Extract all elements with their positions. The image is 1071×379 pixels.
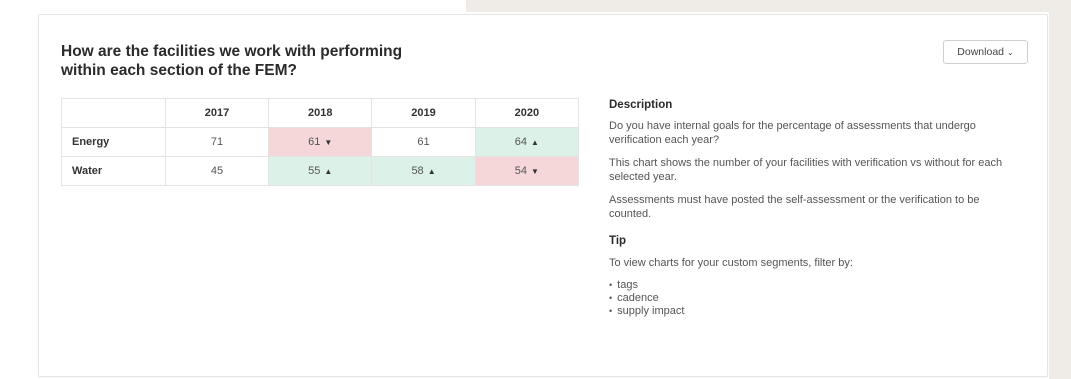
description-paragraph: Do you have internal goals for the perce… — [609, 120, 976, 146]
cell-value: 64 — [514, 136, 527, 148]
description-heading: Description — [609, 99, 673, 111]
background-panel-right — [1049, 0, 1071, 379]
header-cell-2019: 2019 — [371, 98, 476, 128]
table-cell: 54 ▼ — [474, 156, 580, 186]
tip-heading: Tip — [609, 235, 627, 247]
chevron-down-icon: ⌄ — [1007, 47, 1014, 57]
cell-value: 61 — [417, 136, 430, 148]
triangle-up-icon: ▲ — [324, 167, 333, 176]
info-panel: Description Do you have internal goals f… — [609, 98, 1009, 318]
description-paragraph: This chart shows the number of your faci… — [609, 157, 1003, 183]
tip-text: To view charts for your custom segments,… — [609, 257, 853, 269]
table-row: Water 45 55 ▲ 58 ▲ 54 ▼ — [61, 156, 580, 186]
tip-list-item: cadence — [609, 292, 1009, 305]
tip-list-item: supply impact — [609, 305, 1009, 318]
table-cell: 45 — [164, 156, 270, 186]
header-cell-2017: 2017 — [164, 98, 270, 128]
tip-list: tags cadence supply impact — [609, 279, 1009, 318]
performance-card: How are the facilities we work with perf… — [38, 14, 1048, 377]
description-paragraph: Assessments must have posted the self-as… — [609, 194, 980, 220]
table-cell: 55 ▲ — [268, 156, 373, 186]
card-title: How are the facilities we work with perf… — [61, 43, 403, 79]
cell-value: 61 — [308, 136, 321, 148]
row-label: Water — [61, 156, 166, 186]
cell-value: 54 — [514, 165, 527, 177]
cell-value: 71 — [210, 136, 224, 148]
triangle-up-icon: ▲ — [531, 138, 539, 147]
table-header-row: 2017 2018 2019 2020 — [61, 98, 580, 128]
triangle-up-icon: ▲ — [427, 167, 436, 176]
header-cell-2018: 2018 — [268, 98, 373, 128]
header-cell — [61, 98, 166, 128]
table-cell: 61 — [371, 127, 476, 157]
header-cell-2020: 2020 — [474, 98, 580, 128]
table-row: Energy 71 61 ▼ 61 64 ▲ — [61, 127, 580, 157]
table-cell: 61 ▼ — [268, 127, 373, 157]
download-button[interactable]: Download ⌄ — [943, 40, 1028, 64]
background-panel — [466, 0, 1071, 12]
cell-value: 45 — [210, 165, 224, 177]
performance-table: 2017 2018 2019 2020 Energy 71 61 ▼ 61 64 ▲ Wate… — [61, 98, 580, 186]
triangle-down-icon: ▼ — [531, 167, 539, 176]
triangle-down-icon: ▼ — [324, 138, 333, 147]
download-label: Download — [957, 46, 1004, 58]
row-label: Energy — [61, 127, 166, 157]
cell-value: 55 — [308, 165, 321, 177]
table-cell: 58 ▲ — [371, 156, 476, 186]
table-cell: 71 — [164, 127, 270, 157]
cell-value: 58 — [411, 165, 424, 177]
tip-list-item: tags — [609, 279, 1009, 292]
table-cell: 64 ▲ — [474, 127, 580, 157]
